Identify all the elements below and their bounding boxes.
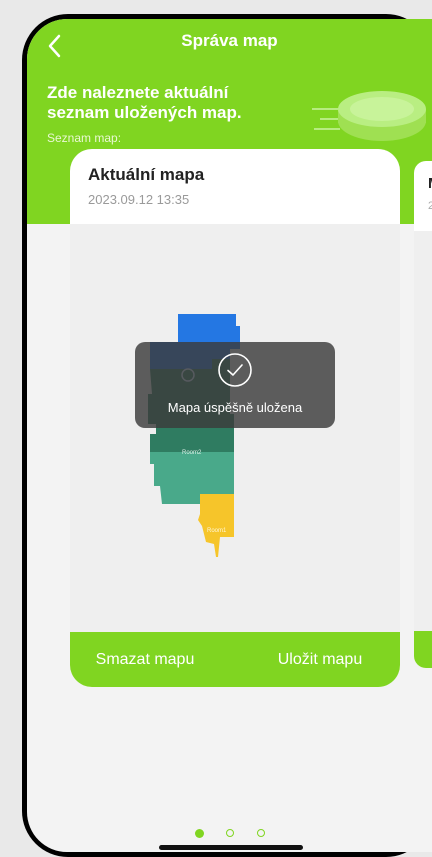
map-card-title: Aktuální mapa xyxy=(88,165,205,184)
toast-message: Mapa úspěšně uložena xyxy=(167,400,303,415)
map-card-date: 2023.09.12 13:35 xyxy=(88,192,190,207)
pagination-dot[interactable] xyxy=(226,829,234,837)
map-preview: Room2 Room1 xyxy=(70,224,400,632)
map-card-date: 2 xyxy=(428,200,432,212)
page-title: Správa map xyxy=(181,31,278,50)
map-list-label: Seznam map: xyxy=(47,131,122,145)
map-card-secondary[interactable]: M 2 xyxy=(414,161,432,668)
map-card-title: M xyxy=(428,175,432,192)
save-map-button[interactable]: Uložit mapu xyxy=(245,632,395,687)
room-yellow xyxy=(198,494,234,557)
pagination-dot[interactable] xyxy=(257,829,265,837)
home-indicator xyxy=(159,845,303,850)
app-screen: Správa map Zde naleznete aktuální seznam… xyxy=(27,19,432,852)
map-preview xyxy=(414,231,432,641)
map-card-actions: Smazat mapu Uložit mapu xyxy=(70,632,400,687)
pagination-dot-active[interactable] xyxy=(195,829,204,838)
coin-illustration-icon xyxy=(312,91,426,141)
header-subtitle: Zde naleznete aktuální seznam uložených … xyxy=(47,83,242,122)
delete-map-button[interactable]: Smazat mapu xyxy=(70,632,220,687)
floor-map: Room2 Room1 xyxy=(148,314,240,557)
room-label: Room2 xyxy=(182,450,202,456)
check-circle-icon xyxy=(218,353,252,387)
toast-notification: Mapa úspěšně uložena xyxy=(135,342,335,428)
map-card-actions xyxy=(414,631,432,668)
pagination-dots xyxy=(27,829,432,839)
room-label: Room1 xyxy=(207,528,227,534)
